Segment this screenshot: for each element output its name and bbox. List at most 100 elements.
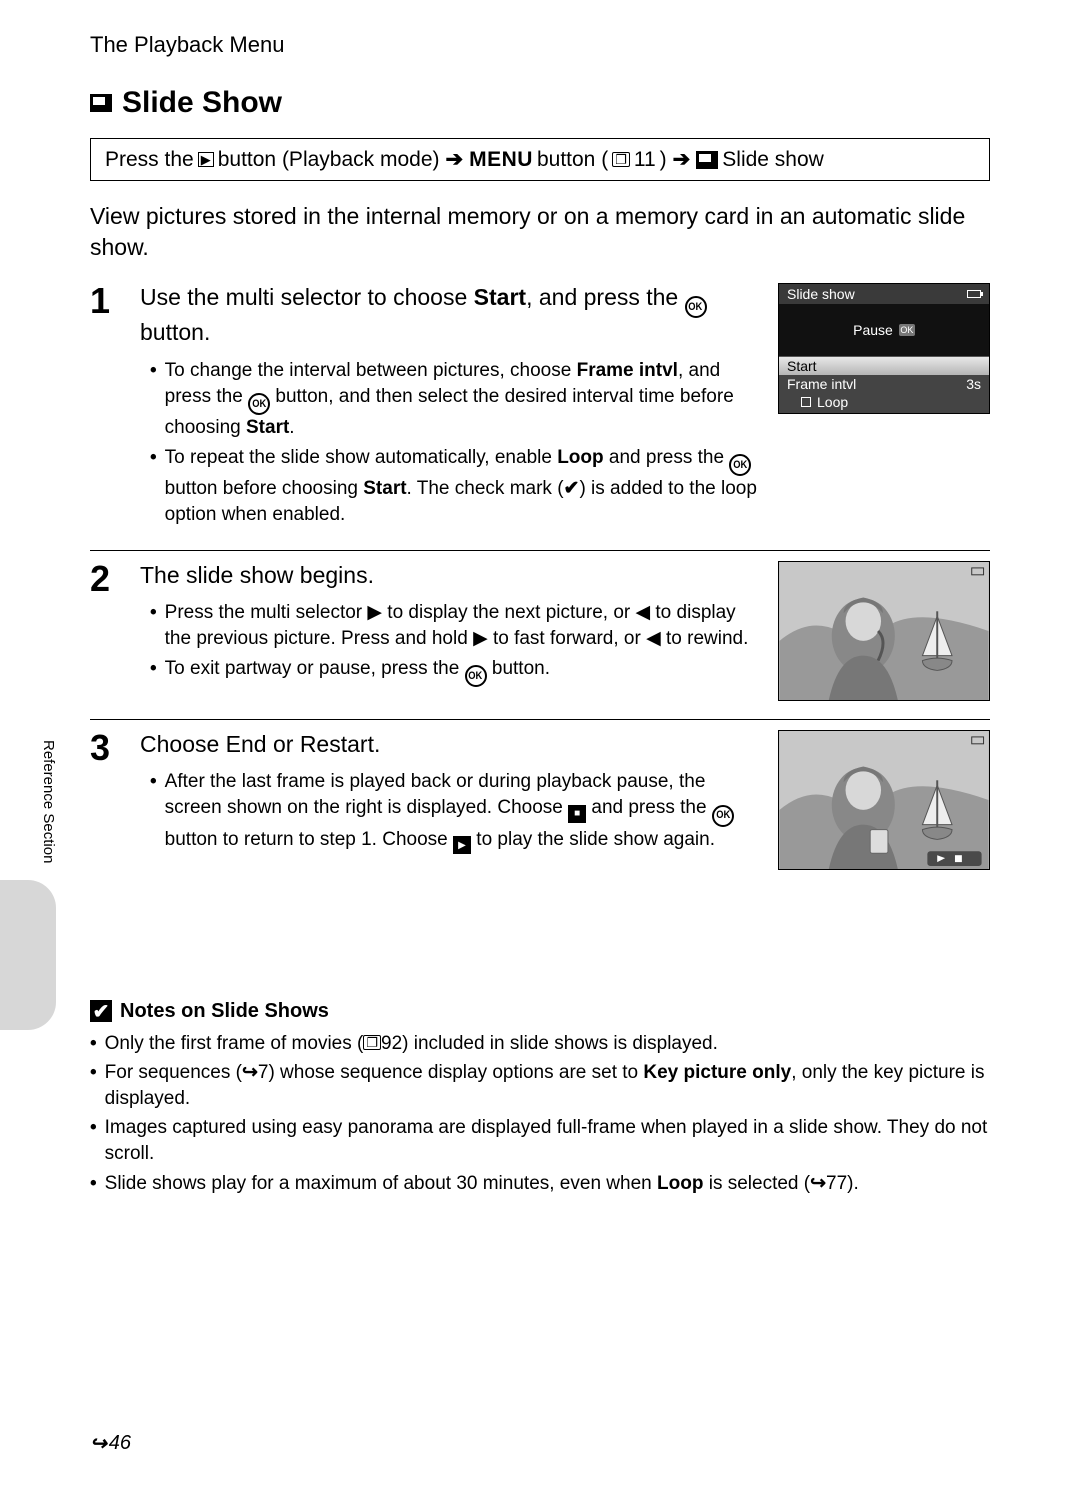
t: is selected ( (703, 1173, 810, 1194)
t: to fast forward, or (488, 628, 646, 649)
step-1-title: Use the multi selector to choose Start, … (140, 283, 758, 348)
nav-text: ) (660, 148, 667, 172)
step-3: 3 Choose End or Restart. After the last … (90, 730, 990, 870)
t: For sequences ( (105, 1062, 242, 1083)
page-title: Slide Show (90, 86, 990, 120)
slide-show-icon (696, 151, 718, 169)
battery-icon (967, 290, 981, 298)
arrow-icon (444, 147, 466, 172)
note-4: Slide shows play for a maximum of about … (90, 1171, 990, 1197)
arrow-icon (671, 147, 693, 172)
lcd-start-row: Start (779, 356, 989, 375)
illustration-end-restart (778, 730, 990, 870)
ref-icon (90, 1431, 107, 1456)
t: 92) included in slide shows is displayed… (381, 1033, 718, 1054)
t: to display the next picture, or (382, 602, 635, 623)
step-3-title: Choose End or Restart. (140, 730, 758, 760)
t: Only the first frame of movies ( (105, 1033, 364, 1054)
t-bold: Frame intvl (577, 360, 678, 381)
t: 77). (826, 1173, 859, 1194)
step-1-bullet-2: To repeat the slide show automatically, … (150, 445, 758, 528)
nav-ref: 11 (634, 148, 656, 172)
step-1-bullet-1: To change the interval between pictures,… (150, 358, 758, 441)
navigation-path: Press the button (Playback mode) MENU bu… (90, 138, 990, 181)
page-number: 46 (90, 1431, 131, 1456)
lcd-frame-label: Frame intvl (787, 376, 856, 392)
lcd-loop-label: Loop (817, 394, 848, 410)
t: To exit partway or pause, press the (165, 658, 465, 679)
ok-button-icon (729, 454, 751, 476)
lcd-frame-value: 3s (966, 376, 981, 392)
step-number: 1 (90, 283, 124, 531)
lcd-slide-show-menu: Slide show Pause OK Start Frame intvl 3s (778, 283, 990, 414)
checkbox-icon (801, 397, 811, 407)
ok-button-icon (465, 665, 487, 687)
t: to play the slide show again. (471, 829, 715, 850)
notes-title: Notes on Slide Shows (90, 1000, 990, 1023)
t: and press the (604, 447, 730, 468)
intro-text: View pictures stored in the internal mem… (90, 201, 990, 263)
page-num-text: 46 (109, 1432, 131, 1455)
notes-section: Notes on Slide Shows Only the first fram… (90, 1000, 990, 1197)
t: button to return to step 1. Choose (165, 829, 453, 850)
lcd-title-bar: Slide show (779, 284, 989, 304)
nav-text: Slide show (722, 148, 824, 172)
t-bold: Start (246, 417, 289, 438)
t-bold: Key picture only (643, 1062, 791, 1083)
notes-title-text: Notes on Slide Shows (120, 1000, 329, 1023)
title-text: Slide Show (122, 86, 282, 120)
t-bold: Loop (557, 447, 603, 468)
t-bold: Start (363, 478, 406, 499)
step-3-bullet-1: After the last frame is played back or d… (150, 769, 758, 854)
step-number: 2 (90, 561, 124, 701)
step-2: 2 The slide show begins. Press the multi… (90, 561, 990, 701)
t-bold: Start (474, 284, 526, 310)
step-2-title: The slide show begins. (140, 561, 758, 591)
ok-button-icon (248, 393, 270, 415)
step-2-bullet-2: To exit partway or pause, press the butt… (150, 656, 758, 687)
ref-icon (810, 1173, 826, 1194)
t: To change the interval between pictures,… (165, 360, 577, 381)
lcd-pause-row: Pause OK (779, 304, 989, 356)
nav-text: button ( (537, 148, 608, 172)
divider (90, 550, 990, 551)
note-2: For sequences ( 7) whose sequence display… (90, 1060, 990, 1111)
t: 7) whose sequence display options are se… (258, 1062, 644, 1083)
ok-icon-small: OK (899, 324, 915, 336)
book-ref-icon (363, 1035, 381, 1050)
book-ref-icon (612, 152, 630, 167)
lcd-title: Slide show (787, 286, 855, 302)
right-arrow-icon (367, 602, 382, 623)
ref-icon (242, 1062, 258, 1083)
nav-text: Press the (105, 148, 194, 172)
check-icon (564, 478, 580, 499)
nav-text: button (Playback mode) (218, 148, 440, 172)
slide-show-icon (90, 94, 112, 112)
ok-button-icon (712, 805, 734, 827)
note-1: Only the first frame of movies ( 92) incl… (90, 1031, 990, 1057)
section-header: The Playback Menu (90, 32, 990, 58)
stop-button-icon (568, 805, 586, 823)
t: To repeat the slide show automatically, … (165, 447, 558, 468)
right-arrow-icon (473, 628, 488, 649)
t: Press the multi selector (165, 602, 368, 623)
divider (90, 719, 990, 720)
t: . (289, 417, 294, 438)
step-1: 1 Use the multi selector to choose Start… (90, 283, 990, 531)
note-v-icon (90, 1000, 112, 1022)
t: Slide shows play for a maximum of about … (105, 1173, 657, 1194)
t: Use the multi selector to choose (140, 284, 474, 310)
t-bold: Loop (657, 1173, 703, 1194)
t: button. (140, 319, 210, 345)
playback-button-icon (198, 152, 214, 167)
t: and press the (586, 797, 712, 818)
t: button before choosing (165, 478, 364, 499)
menu-label: MENU (469, 148, 533, 172)
t: button. (487, 658, 550, 679)
lcd-loop-row: Loop (779, 393, 989, 413)
left-arrow-icon (636, 602, 651, 623)
lcd-pause: Pause (853, 322, 893, 338)
illustration-playback (778, 561, 990, 701)
ok-button-icon (685, 296, 707, 318)
note-3: Images captured using easy panorama are … (90, 1115, 990, 1166)
